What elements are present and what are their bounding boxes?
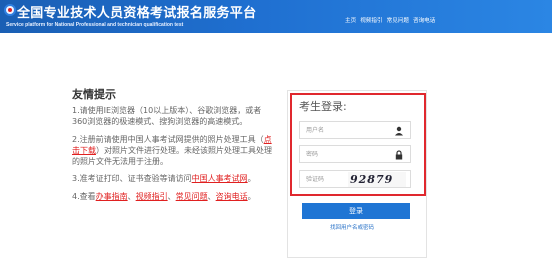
username-field[interactable] bbox=[299, 121, 411, 139]
forgot-credentials-link[interactable]: 找回用户名或密码 bbox=[330, 223, 374, 231]
video-guide-link[interactable]: 视频指引 bbox=[136, 192, 168, 201]
username-input[interactable] bbox=[306, 125, 386, 136]
captcha-input[interactable] bbox=[306, 174, 346, 185]
site-logo-icon bbox=[4, 4, 16, 16]
cpta-link[interactable]: 中国人事考试网 bbox=[192, 174, 248, 183]
tips-list: 1.请使用IE浏览器（10以上版本）、谷歌浏览器，或者360浏览器的极速模式、搜… bbox=[72, 105, 274, 208]
nav-faq[interactable]: 常见问题 bbox=[387, 16, 409, 24]
top-nav: 主页 视频指引 常见问题 咨询电话 bbox=[345, 16, 435, 24]
password-input[interactable] bbox=[306, 149, 386, 160]
captcha-image[interactable]: 92879 bbox=[348, 172, 406, 187]
hotline-link[interactable]: 咨询电话 bbox=[216, 192, 248, 201]
login-title: 考生登录: bbox=[299, 100, 347, 113]
login-button[interactable]: 登录 bbox=[302, 203, 410, 219]
nav-home[interactable]: 主页 bbox=[345, 16, 356, 24]
tip-item-3: 3.准考证打印、证书查验等请访问中国人事考试网。 bbox=[72, 174, 256, 184]
site-title: 全国专业技术人员资格考试报名服务平台 bbox=[17, 6, 257, 21]
captcha-field[interactable]: 92879 bbox=[299, 170, 411, 188]
tip-item-2: 2.注册前请使用中国人事考试网提供的照片处理工具（点击下载）对照片文件进行处理。… bbox=[72, 134, 272, 167]
user-icon bbox=[395, 126, 403, 136]
nav-hotline[interactable]: 咨询电话 bbox=[413, 16, 435, 24]
nav-video-guide[interactable]: 视频指引 bbox=[360, 16, 382, 24]
site-subtitle: Service platform for National Profession… bbox=[6, 22, 184, 28]
tip-item-4: 4.查看办事指南、视频指引、常见问题、咨询电话。 bbox=[72, 191, 256, 201]
guide-link[interactable]: 办事指南 bbox=[96, 192, 128, 201]
faq-link[interactable]: 常见问题 bbox=[176, 192, 208, 201]
lock-icon bbox=[395, 150, 403, 160]
site-header: 全国专业技术人员资格考试报名服务平台 Service platform for … bbox=[0, 0, 552, 33]
tips-title: 友情提示 bbox=[72, 88, 116, 101]
password-field[interactable] bbox=[299, 145, 411, 163]
tip-item-1: 1.请使用IE浏览器（10以上版本）、谷歌浏览器，或者360浏览器的极速模式、搜… bbox=[72, 106, 262, 127]
